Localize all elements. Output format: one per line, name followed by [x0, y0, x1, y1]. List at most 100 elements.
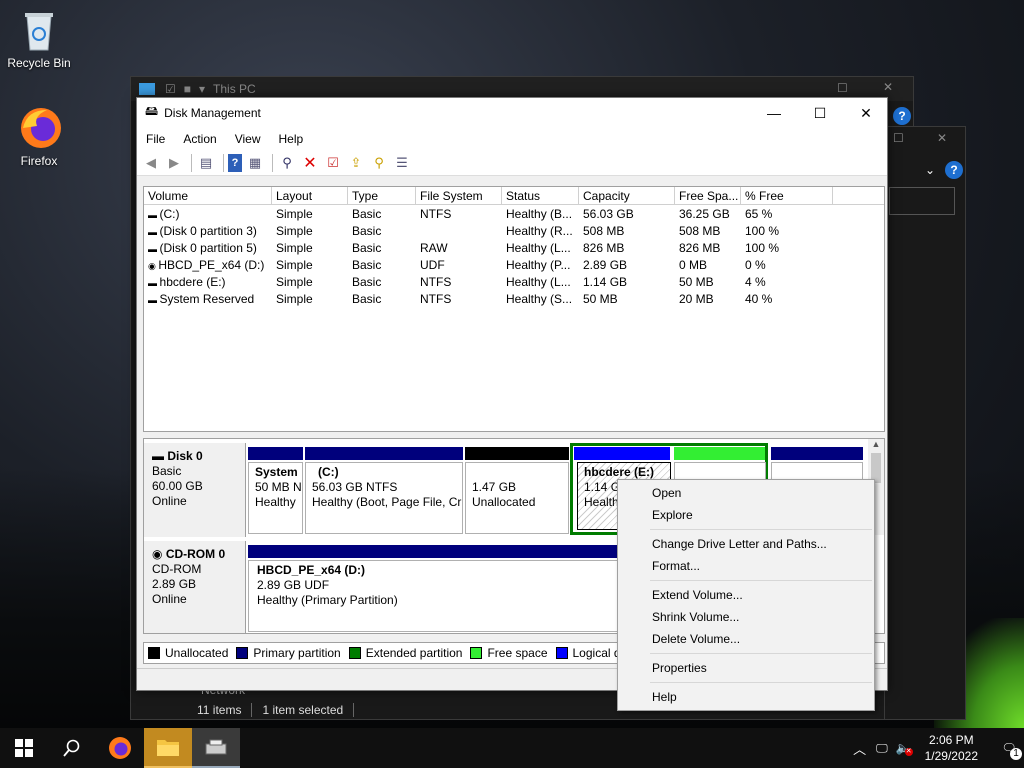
window-title: Disk Management [164, 106, 261, 120]
menu-item-help[interactable]: Help [618, 686, 874, 708]
delete-icon[interactable]: ✕ [300, 154, 320, 172]
drive-icon: ▬ [148, 294, 160, 305]
drive-icon: ▬ [148, 209, 160, 220]
menu-file[interactable]: File [137, 132, 174, 146]
scroll-up-icon[interactable]: ▲ [868, 439, 884, 449]
properties-icon[interactable]: ▦ [245, 154, 265, 172]
cell-volume: ◉ HBCD_PE_x64 (D:) [144, 258, 272, 272]
taskbar-file-explorer[interactable] [144, 728, 192, 768]
partition-unallocated[interactable]: 1.47 GB Unallocated [465, 462, 569, 534]
partition-system-reserved[interactable]: System 50 MB N Healthy [248, 462, 303, 534]
menu-help[interactable]: Help [270, 132, 313, 146]
desktop-icon-recycle-bin[interactable]: Recycle Bin [4, 8, 74, 70]
network-icon[interactable]: 🖵 [876, 741, 888, 756]
menu-item-open[interactable]: Open [618, 482, 874, 504]
cell-layout: Simple [276, 240, 313, 255]
titlebar: 🖴 Disk Management — ☐ ✕ [137, 98, 887, 128]
menu-item-extend-volume[interactable]: Extend Volume... [618, 584, 874, 606]
import-icon[interactable]: ⇪ [346, 154, 366, 172]
minimize-icon: — [767, 105, 781, 121]
menu-item-format[interactable]: Format... [618, 555, 874, 577]
search-input[interactable] [889, 187, 955, 215]
toolbar-separator [272, 153, 273, 172]
partition-bar-other [771, 447, 863, 460]
column-header-type[interactable]: Type [348, 187, 416, 204]
volume-name: (C:) [159, 206, 180, 221]
menu-action[interactable]: Action [174, 132, 225, 146]
close-icon[interactable]: ✕ [883, 80, 893, 94]
legend-primary: Primary partition [236, 646, 341, 660]
show-hide-console-tree-icon[interactable]: ▤ [196, 154, 216, 172]
table-row[interactable]: ▬ (C:) Simple Basic NTFS Healthy (B... 56.03 … [144, 205, 884, 222]
cell-layout: Simple [276, 223, 313, 238]
help-icon[interactable]: ? [893, 107, 911, 125]
menu-item-explore[interactable]: Explore [618, 504, 874, 526]
menu-view[interactable]: View [226, 132, 270, 146]
menu-separator [650, 529, 872, 530]
action-center-button[interactable]: 🗨 1 [994, 728, 1024, 768]
menu-item-change-drive-letter[interactable]: Change Drive Letter and Paths... [618, 533, 874, 555]
cell-percent-free: 4 % [745, 274, 766, 289]
checklist-icon[interactable]: ☑ [323, 154, 343, 172]
menu-item-properties[interactable]: Properties [618, 657, 874, 679]
cdrom-0-label[interactable]: ◉ CD-ROM 0 CD-ROM 2.89 GB Online [144, 541, 246, 633]
cell-percent-free: 0 % [745, 257, 766, 272]
maximize-icon[interactable]: ☐ [893, 131, 904, 145]
search-button[interactable] [48, 728, 96, 768]
notification-count: 1 [1010, 748, 1022, 760]
taskbar-firefox[interactable] [96, 728, 144, 768]
table-row[interactable]: ▬ hbcdere (E:) Simple Basic NTFS Healthy (L.… [144, 273, 884, 290]
taskbar-disk-management[interactable] [192, 728, 240, 768]
table-row[interactable]: ◉ HBCD_PE_x64 (D:) Simple Basic UDF Healthy … [144, 256, 884, 273]
table-row[interactable]: ▬ (Disk 0 partition 3) Simple Basic Healthy… [144, 222, 884, 239]
cell-type: Basic [352, 274, 382, 289]
maximize-button[interactable]: ☐ [797, 98, 843, 128]
minimize-button[interactable]: — [751, 98, 797, 128]
table-row[interactable]: ▬ (Disk 0 partition 5) Simple Basic RAW Heal… [144, 239, 884, 256]
volume-muted-icon[interactable]: 🔈 ✕ [896, 741, 913, 756]
volume-list-header: Volume Layout Type File System Status Ca… [144, 187, 884, 205]
column-header-layout[interactable]: Layout [272, 187, 348, 204]
cell-capacity: 1.14 GB [583, 274, 628, 289]
cell-type: Basic [352, 257, 382, 272]
chevron-up-icon[interactable]: ︿ [853, 739, 866, 758]
cell-free-space: 508 MB [679, 223, 721, 238]
desktop-icon-firefox[interactable]: Firefox [4, 106, 74, 168]
help-icon[interactable]: ? [228, 153, 242, 172]
maximize-icon[interactable]: ☐ [837, 81, 848, 95]
legend-swatch [148, 647, 160, 659]
legend-swatch [555, 647, 568, 659]
close-icon[interactable]: ✕ [937, 131, 947, 145]
column-header-file-system[interactable]: File System [416, 187, 502, 204]
close-button[interactable]: ✕ [843, 98, 889, 128]
folder-icon [157, 740, 179, 756]
cell-status: Healthy (R... [506, 223, 573, 238]
folder-icon: ■ [183, 82, 192, 96]
partition-name: (C:) [318, 465, 339, 479]
column-header-volume[interactable]: Volume [144, 187, 272, 204]
help-icon[interactable]: ? [945, 161, 963, 179]
search-icon[interactable]: ⚲ [369, 154, 389, 172]
disk-0-label[interactable]: ▬ Disk 0 Basic 60.00 GB Online [144, 443, 246, 537]
column-header-free-space[interactable]: Free Spa... [675, 187, 741, 204]
table-row[interactable]: ▬ System Reserved Simple Basic NTFS Healthy … [144, 290, 884, 307]
context-menu: Open Explore Change Drive Letter and Pat… [617, 479, 875, 711]
column-header-capacity[interactable]: Capacity [579, 187, 675, 204]
menu-item-delete-volume[interactable]: Delete Volume... [618, 628, 874, 650]
forward-icon[interactable]: ▶ [164, 154, 184, 172]
disk-size: 60.00 GB [152, 479, 203, 493]
menu-item-shrink-volume[interactable]: Shrink Volume... [618, 606, 874, 628]
taskbar: ︿ 🖵 🔈 ✕ 2:06 PM 1/29/2022 🗨 1 [0, 728, 1024, 768]
column-header-percent-free[interactable]: % Free [741, 187, 833, 204]
partition-c[interactable]: (C:) 56.03 GB NTFS Healthy (Boot, Page F… [305, 462, 463, 534]
cell-layout: Simple [276, 257, 313, 272]
legend-label: Primary partition [253, 646, 341, 660]
connect-icon[interactable]: ⚲ [277, 154, 297, 172]
column-header-status[interactable]: Status [502, 187, 579, 204]
chevron-down-icon[interactable]: ⌄ [925, 163, 935, 177]
start-button[interactable] [0, 728, 48, 768]
clock[interactable]: 2:06 PM 1/29/2022 [925, 732, 978, 764]
legend-unallocated: Unallocated [148, 646, 228, 660]
back-icon[interactable]: ◀ [141, 154, 161, 172]
list-icon[interactable]: ☰ [392, 154, 412, 172]
